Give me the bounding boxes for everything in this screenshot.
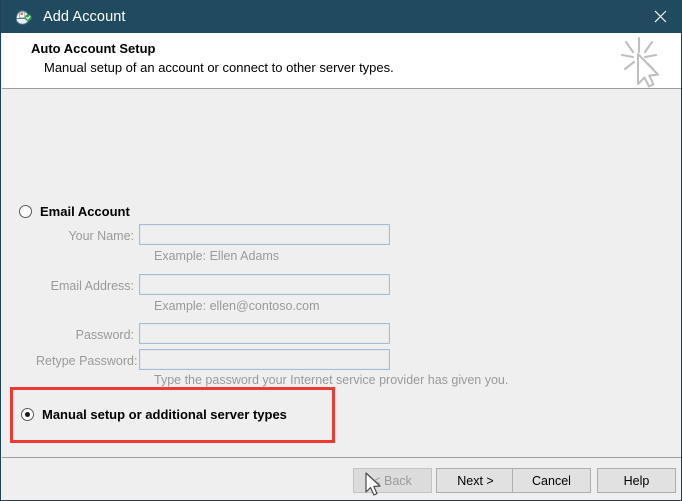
close-icon[interactable] [637,0,681,33]
dialog-body: Email Account Your Name: Example: Ellen … [2,90,681,457]
password-label: Password: [75,328,134,342]
manual-setup-radio-row[interactable]: Manual setup or additional server types [21,407,287,422]
cursor-sparkle-icon [612,36,668,88]
your-name-input[interactable] [139,224,390,245]
email-account-radio-row[interactable]: Email Account [19,204,130,219]
password-hint: Type the password your Internet service … [154,373,509,387]
email-account-label: Email Account [40,204,130,219]
email-address-label: Email Address: [50,279,134,293]
next-button[interactable]: Next > [436,468,515,493]
retype-password-label: Retype Password: [36,354,138,368]
password-input[interactable] [139,323,390,344]
window-title: Add Account [43,8,126,25]
dialog-header: Auto Account Setup Manual setup of an ac… [2,33,681,89]
page-title: Auto Account Setup [31,41,156,56]
your-name-hint: Example: Ellen Adams [154,249,280,263]
cancel-button[interactable]: Cancel [512,468,591,493]
page-subtitle: Manual setup of an account or connect to… [44,60,394,75]
outlook-account-icon [14,8,32,26]
title-bar: Add Account [1,0,681,33]
dialog-footer: < Back Next > Cancel Help [2,457,681,500]
help-button[interactable]: Help [597,468,676,493]
manual-setup-radio[interactable] [21,408,34,421]
email-address-input[interactable] [139,274,390,295]
email-account-radio[interactable] [19,205,32,218]
your-name-label: Your Name: [68,229,134,243]
retype-password-input[interactable] [139,349,390,370]
add-account-dialog: Add Account Auto Account Setup Manual se… [0,0,682,501]
email-address-hint: Example: ellen@contoso.com [154,299,320,313]
back-button[interactable]: < Back [353,468,432,493]
manual-setup-label: Manual setup or additional server types [42,407,287,422]
